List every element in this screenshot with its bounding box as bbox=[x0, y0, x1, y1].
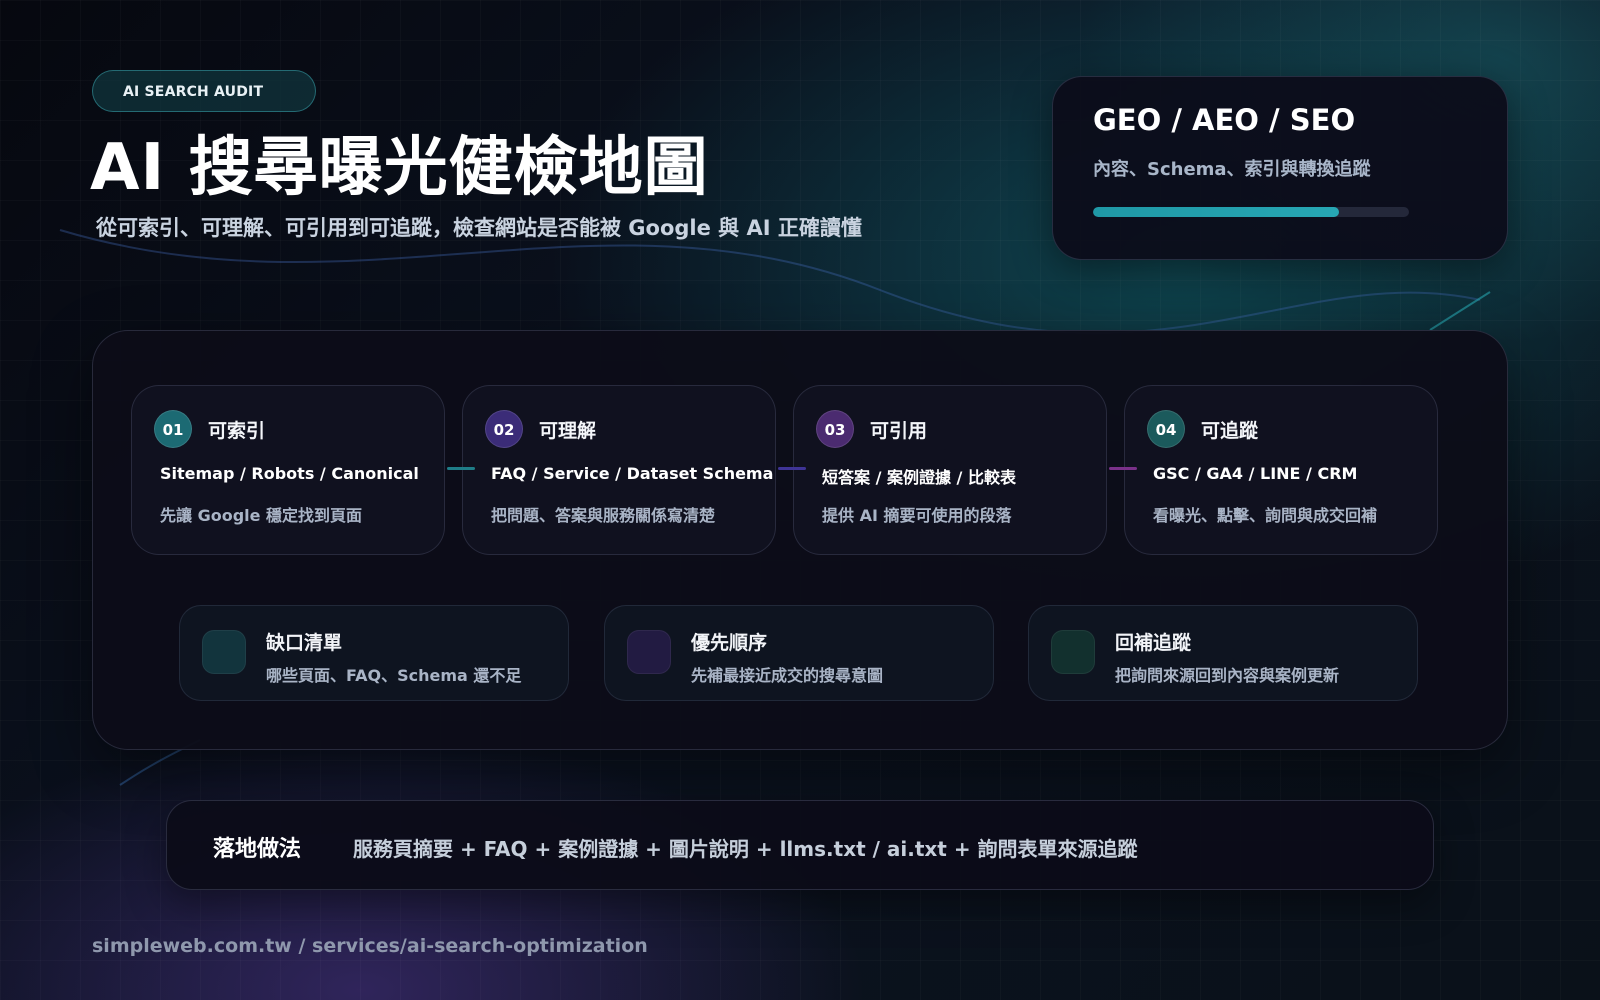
summary-card: GEO / AEO / SEO 內容、Schema、索引與轉換追蹤 bbox=[1052, 76, 1508, 260]
step-number: 01 bbox=[154, 410, 192, 448]
progress-track bbox=[1093, 207, 1409, 217]
step-title: 可理解 bbox=[539, 420, 597, 442]
step-title: 可引用 bbox=[870, 420, 928, 442]
footer-url: simpleweb.com.tw / services/ai-search-op… bbox=[92, 935, 648, 957]
method-bar: 落地做法 服務頁摘要 + FAQ + 案例證據 + 圖片說明 + llms.tx… bbox=[166, 800, 1434, 890]
progress-fill bbox=[1093, 207, 1340, 217]
step-title: 可索引 bbox=[208, 420, 266, 442]
output-description: 把詢問來源回到內容與案例更新 bbox=[1115, 666, 1340, 685]
summary-title: GEO / AEO / SEO bbox=[1093, 103, 1356, 137]
square-icon bbox=[627, 630, 671, 674]
square-icon bbox=[1051, 630, 1095, 674]
output-description: 先補最接近成交的搜尋意圖 bbox=[691, 666, 884, 685]
output-card: 缺口清單哪些頁面、FAQ、Schema 還不足 bbox=[179, 605, 569, 701]
output-title: 優先順序 bbox=[691, 632, 768, 654]
step-card: 01 可索引 Sitemap / Robots / Canonical 先讓 Goog… bbox=[131, 385, 445, 555]
step-keywords: Sitemap / Robots / Canonical bbox=[160, 464, 419, 483]
section-badge: AI SEARCH AUDIT bbox=[92, 70, 316, 112]
method-label: 落地做法 bbox=[213, 837, 302, 862]
step-description: 提供 AI 摘要可使用的段落 bbox=[822, 506, 1012, 525]
step-number: 02 bbox=[485, 410, 523, 448]
page-subtitle: 從可索引、可理解、可引用到可追蹤，檢查網站是否能被 Google 與 AI 正確… bbox=[96, 216, 862, 240]
step-card: 02 可理解 FAQ / Service / Dataset Schema 把問題、答… bbox=[462, 385, 776, 555]
step-cards: 01 可索引 Sitemap / Robots / Canonical 先讓 Goog… bbox=[93, 331, 1507, 749]
step-description: 把問題、答案與服務關係寫清楚 bbox=[491, 506, 716, 525]
step-description: 先讓 Google 穩定找到頁面 bbox=[160, 506, 363, 525]
page-title: AI 搜尋曝光健檢地圖 bbox=[90, 131, 709, 205]
infographic-canvas: AI SEARCH AUDIT AI 搜尋曝光健檢地圖 從可索引、可理解、可引用… bbox=[0, 0, 1600, 1000]
step-connector bbox=[447, 467, 475, 470]
step-card: 04 可追蹤 GSC / GA4 / LINE / CRM 看曝光、點擊、詢問與成交回… bbox=[1124, 385, 1438, 555]
step-number: 04 bbox=[1147, 410, 1185, 448]
square-icon bbox=[202, 630, 246, 674]
summary-subtitle: 內容、Schema、索引與轉換追蹤 bbox=[1093, 159, 1371, 180]
output-description: 哪些頁面、FAQ、Schema 還不足 bbox=[266, 666, 522, 685]
output-card: 優先順序先補最接近成交的搜尋意圖 bbox=[604, 605, 994, 701]
step-card: 03 可引用短答案 / 案例證據 / 比較表 提供 AI 摘要可使用的段落 bbox=[793, 385, 1107, 555]
step-number: 03 bbox=[816, 410, 854, 448]
output-card: 回補追蹤把詢問來源回到內容與案例更新 bbox=[1028, 605, 1418, 701]
step-keywords: 短答案 / 案例證據 / 比較表 bbox=[822, 468, 1016, 487]
output-title: 缺口清單 bbox=[266, 632, 343, 654]
output-title: 回補追蹤 bbox=[1115, 632, 1192, 654]
step-title: 可追蹤 bbox=[1201, 420, 1259, 442]
step-description: 看曝光、點擊、詢問與成交回補 bbox=[1153, 506, 1378, 525]
step-connector bbox=[1109, 467, 1137, 470]
method-text: 服務頁摘要 + FAQ + 案例證據 + 圖片說明 + llms.txt / a… bbox=[353, 837, 1138, 861]
step-keywords: FAQ / Service / Dataset Schema bbox=[491, 464, 774, 483]
step-connector bbox=[778, 467, 806, 470]
step-keywords: GSC / GA4 / LINE / CRM bbox=[1153, 464, 1358, 483]
audit-map-panel: 01 可索引 Sitemap / Robots / Canonical 先讓 Goog… bbox=[92, 330, 1508, 750]
